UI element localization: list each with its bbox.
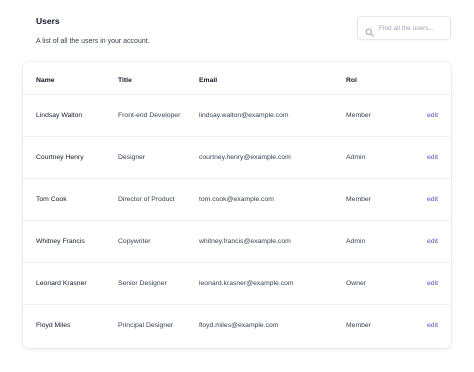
cell-title: Front-end Developer — [118, 112, 181, 119]
cell-email: lindsay.walton@example.com — [199, 112, 289, 119]
cell-role: Member — [346, 196, 371, 203]
page-header: Users A list of all the users in your ac… — [36, 16, 150, 46]
edit-link[interactable]: edit — [427, 237, 438, 246]
edit-link[interactable]: edit — [427, 279, 438, 288]
edit-link[interactable]: edit — [427, 153, 438, 162]
cell-role: Admin — [346, 238, 366, 245]
cell-title: Copywriter — [118, 238, 151, 245]
cell-role: Member — [346, 112, 371, 119]
page-subtitle: A list of all the users in your account. — [36, 38, 150, 45]
table-row: Courtney Henry Designer courtney.henry@e… — [23, 136, 451, 178]
cell-role: Admin — [346, 154, 366, 161]
cell-role: Owner — [346, 280, 367, 287]
users-table: Name Title Email Rol Lindsay Walton Fron… — [23, 62, 451, 348]
cell-email: whitney.francis@example.com — [199, 238, 291, 245]
cell-name: Floyd Miles — [36, 322, 71, 329]
table-row: Floyd Miles Principal Designer floyd.mil… — [23, 304, 451, 346]
column-header-name[interactable]: Name — [36, 76, 55, 85]
column-header-email[interactable]: Email — [199, 76, 217, 85]
users-page: Users A list of all the users in your ac… — [0, 0, 474, 372]
search-input[interactable] — [379, 24, 445, 32]
edit-link[interactable]: edit — [427, 195, 438, 204]
cell-name: Lindsay Walton — [36, 112, 83, 119]
cell-name: Leonard Krasner — [36, 280, 87, 287]
edit-link[interactable]: edit — [427, 321, 438, 330]
page-title: Users — [36, 16, 60, 26]
cell-title: Principal Designer — [118, 322, 174, 329]
table-row: Tom Cook Director of Product tom.cook@ex… — [23, 178, 451, 220]
edit-link[interactable]: edit — [427, 111, 438, 120]
cell-title: Director of Product — [118, 196, 175, 203]
table-row: Lindsay Walton Front-end Developer linds… — [23, 94, 451, 136]
cell-name: Tom Cook — [36, 196, 67, 203]
column-header-role[interactable]: Rol — [346, 76, 357, 85]
cell-title: Senior Designer — [118, 280, 167, 287]
table-header: Name Title Email Rol — [23, 62, 451, 96]
table-row: Leonard Krasner Senior Designer leonard.… — [23, 262, 451, 304]
search-box[interactable] — [357, 16, 451, 40]
cell-role: Member — [346, 322, 371, 329]
search-icon — [365, 24, 374, 37]
cell-name: Whitney Francis — [36, 238, 85, 245]
cell-name: Courtney Henry — [36, 154, 84, 161]
cell-email: tom.cook@example.com — [199, 196, 274, 203]
cell-title: Designer — [118, 154, 146, 161]
cell-email: courtney.henry@example.com — [199, 154, 291, 161]
table-row: Whitney Francis Copywriter whitney.franc… — [23, 220, 451, 262]
cell-email: leonard.krasner@example.com — [199, 280, 294, 287]
cell-email: floyd.miles@example.com — [199, 322, 279, 329]
column-header-title[interactable]: Title — [118, 76, 132, 85]
